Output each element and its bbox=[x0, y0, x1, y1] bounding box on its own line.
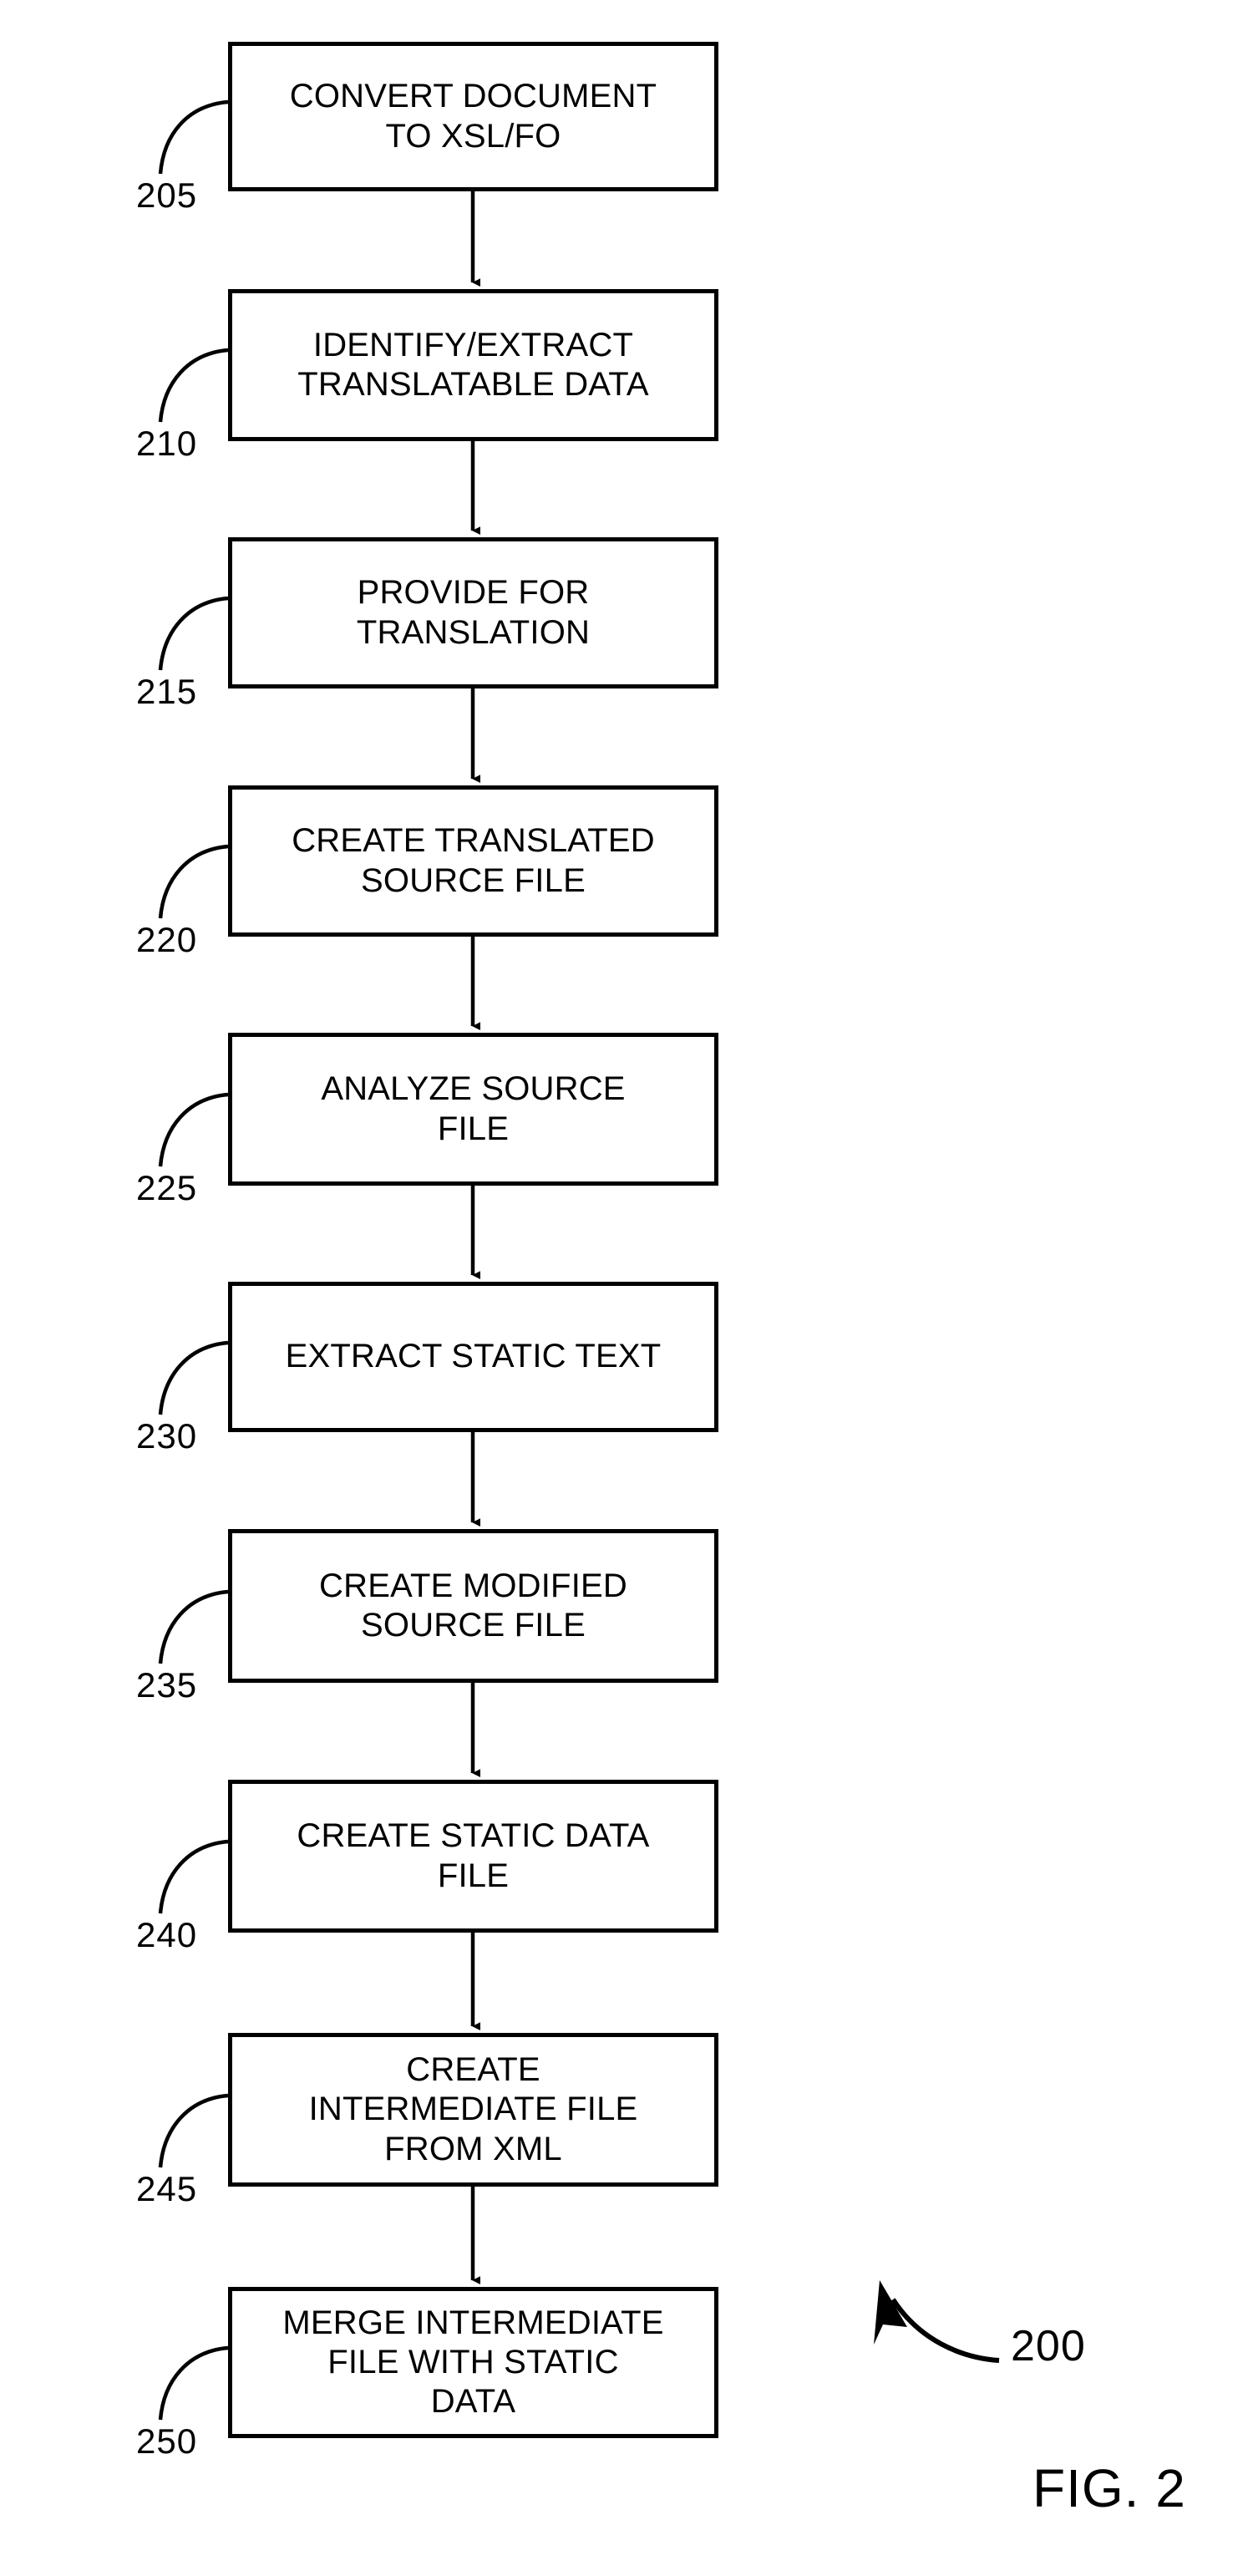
figure-reference-numeral: 200 bbox=[1011, 2322, 1086, 2370]
process-box-245[interactable]: CREATE INTERMEDIATE FILE FROM XML bbox=[228, 2033, 718, 2187]
process-box-250-line-1: MERGE INTERMEDIATE bbox=[282, 2304, 664, 2341]
reference-numeral-205: 205 bbox=[136, 175, 198, 215]
process-box-250-line-2: FILE WITH STATIC bbox=[327, 2343, 619, 2380]
process-box-225[interactable]: ANALYZE SOURCE FILE bbox=[228, 1033, 718, 1186]
figure-ref-pointer bbox=[890, 2298, 1000, 2363]
leader-line-215 bbox=[158, 596, 229, 671]
process-box-205-line-1: CONVERT DOCUMENT bbox=[289, 78, 657, 115]
leader-line-225 bbox=[158, 1092, 229, 1167]
process-box-220-line-2: SOURCE FILE bbox=[361, 861, 586, 899]
reference-numeral-245: 245 bbox=[136, 2169, 198, 2208]
leader-line-250 bbox=[158, 2345, 229, 2421]
process-box-235-line-2: SOURCE FILE bbox=[361, 1607, 586, 1644]
process-box-215-line-1: PROVIDE FOR bbox=[357, 574, 590, 612]
process-box-225-line-1: ANALYZE SOURCE bbox=[321, 1070, 626, 1108]
leader-line-235 bbox=[158, 1589, 229, 1664]
process-box-220-line-1: CREATE TRANSLATED bbox=[292, 822, 655, 860]
process-box-215-line-2: TRANSLATION bbox=[356, 613, 591, 651]
process-box-240-line-2: FILE bbox=[437, 1857, 510, 1894]
patent-figure: CONVERT DOCUMENT TO XSL/FO 205 IDENTIFY/… bbox=[0, 0, 1238, 2576]
reference-numeral-250: 250 bbox=[136, 2421, 198, 2461]
process-box-240-line-1: CREATE STATIC DATA bbox=[297, 1817, 650, 1855]
process-box-220[interactable]: CREATE TRANSLATED SOURCE FILE bbox=[228, 785, 718, 937]
process-box-245-line-1: CREATE bbox=[406, 2051, 540, 2089]
reference-numeral-210: 210 bbox=[136, 424, 198, 463]
leader-line-245 bbox=[158, 2093, 229, 2168]
process-box-235[interactable]: CREATE MODIFIED SOURCE FILE bbox=[228, 1529, 718, 1683]
reference-numeral-215: 215 bbox=[136, 672, 198, 711]
process-box-230[interactable]: EXTRACT STATIC TEXT bbox=[228, 1282, 718, 1432]
reference-numeral-240: 240 bbox=[136, 1915, 198, 1954]
leader-line-230 bbox=[158, 1340, 229, 1415]
reference-numeral-235: 235 bbox=[136, 1665, 198, 1705]
leader-line-240 bbox=[158, 1839, 229, 1914]
process-box-245-line-2: INTERMEDIATE FILE bbox=[308, 2091, 638, 2128]
reference-numeral-230: 230 bbox=[136, 1416, 198, 1456]
process-box-250-line-3: DATA bbox=[430, 2383, 516, 2421]
leader-line-210 bbox=[158, 348, 229, 423]
leader-line-205 bbox=[158, 99, 229, 175]
process-box-245-line-3: FROM XML bbox=[384, 2130, 562, 2167]
reference-numeral-225: 225 bbox=[136, 1168, 198, 1207]
figure-ref-arrowhead bbox=[874, 2280, 907, 2345]
process-box-210[interactable]: IDENTIFY/EXTRACT TRANSLATABLE DATA bbox=[228, 289, 718, 441]
process-box-250[interactable]: MERGE INTERMEDIATE FILE WITH STATIC DATA bbox=[228, 2287, 718, 2438]
leader-line-220 bbox=[158, 844, 229, 919]
process-box-225-line-2: FILE bbox=[437, 1110, 510, 1147]
figure-caption: FIG. 2 bbox=[1033, 2458, 1186, 2518]
process-box-205[interactable]: CONVERT DOCUMENT TO XSL/FO bbox=[228, 42, 718, 191]
process-box-240[interactable]: CREATE STATIC DATA FILE bbox=[228, 1780, 718, 1933]
process-box-205-line-2: TO XSL/FO bbox=[385, 117, 561, 155]
process-box-235-line-1: CREATE MODIFIED bbox=[319, 1567, 627, 1604]
process-box-210-line-2: TRANSLATABLE DATA bbox=[297, 366, 649, 403]
reference-numeral-220: 220 bbox=[136, 920, 198, 959]
process-box-230-line-1: EXTRACT STATIC TEXT bbox=[285, 1338, 662, 1375]
process-box-215[interactable]: PROVIDE FOR TRANSLATION bbox=[228, 537, 718, 688]
process-box-210-line-1: IDENTIFY/EXTRACT bbox=[312, 326, 634, 363]
